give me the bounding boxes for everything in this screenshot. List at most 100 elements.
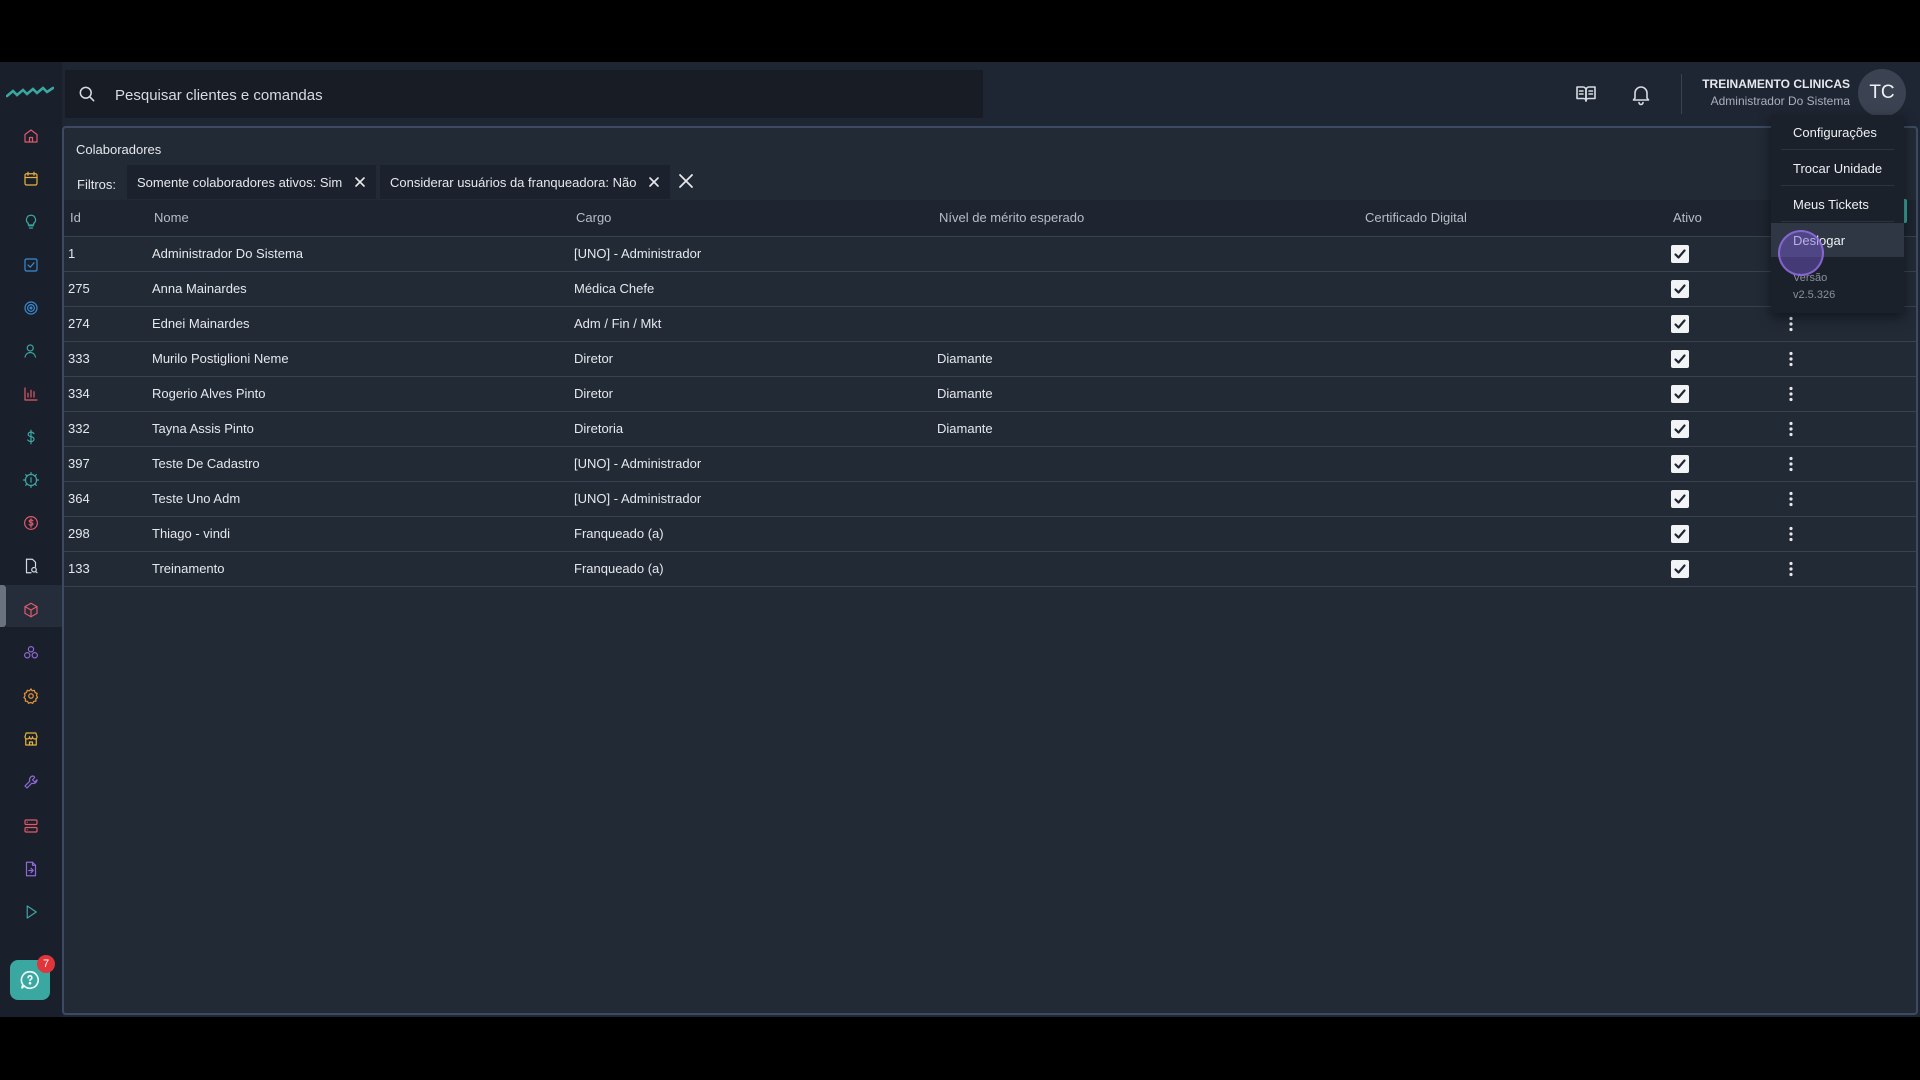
sidebar-item-calendar[interactable] [19, 167, 43, 191]
sidebar-item-gear-dollar[interactable] [19, 468, 43, 492]
more-vertical-icon [1789, 526, 1793, 541]
column-header-id[interactable]: Id [64, 200, 148, 236]
table-row[interactable]: 275 Anna Mainardes Médica Chefe [64, 271, 1916, 306]
table-row[interactable]: 333 Murilo Postiglioni Neme Diretor Diamant… [64, 341, 1916, 376]
sidebar-item-wrench[interactable] [19, 770, 43, 794]
cell-nome: Anna Mainardes [152, 281, 247, 296]
cell-id: 1 [68, 246, 76, 261]
close-icon[interactable] [648, 176, 660, 188]
cell-id: 133 [68, 561, 90, 576]
dollar-icon [27, 429, 35, 445]
sidebar-item-user[interactable] [19, 339, 43, 363]
user-avatar[interactable]: TC [1858, 69, 1906, 117]
table-row[interactable]: 1 Administrador Do Sistema [UNO] - Adminis… [64, 236, 1916, 271]
cell-id: 298 [68, 526, 90, 541]
lightbulb-icon [25, 214, 37, 229]
active-checkbox[interactable] [1671, 279, 1689, 298]
sidebar-item-modules[interactable] [19, 641, 43, 665]
active-checkbox[interactable] [1671, 349, 1689, 368]
column-header-ativo[interactable]: Ativo [1669, 200, 1780, 236]
cell-certificado [1361, 481, 1669, 516]
close-icon[interactable] [354, 176, 366, 188]
version-number: v2.5.326 [1793, 289, 1836, 301]
active-checkbox[interactable] [1671, 384, 1689, 403]
cell-nivel [937, 306, 1361, 341]
sidebar-item-play[interactable] [19, 900, 43, 924]
sidebar-item-file-export[interactable] [19, 857, 43, 881]
sidebar-item-bar-chart[interactable] [19, 382, 43, 406]
menu-divider [1781, 185, 1894, 186]
menu-item-trocar-unidade[interactable]: Trocar Unidade [1771, 151, 1904, 185]
sidebar-item-home[interactable] [19, 124, 43, 148]
cell-ativo [1669, 306, 1780, 341]
row-actions-button[interactable] [1782, 385, 1800, 403]
logo-icon[interactable] [6, 86, 54, 100]
check-icon [1674, 388, 1686, 399]
check-icon [1674, 563, 1686, 574]
column-header-certificado[interactable]: Certificado Digital [1361, 200, 1669, 236]
active-checkbox[interactable] [1671, 244, 1689, 263]
cell-ativo [1669, 271, 1780, 306]
book-icon [1576, 86, 1596, 102]
sidebar-item-package[interactable] [19, 598, 43, 622]
user-name: TREINAMENTO CLINICAS [1702, 77, 1850, 91]
table-row[interactable]: 364 Teste Uno Adm [UNO] - Administrador [64, 481, 1916, 516]
clear-filters-icon[interactable] [678, 173, 694, 189]
sidebar-item-settings[interactable] [19, 684, 43, 708]
cell-id: 275 [68, 281, 90, 296]
cell-nivel [937, 516, 1361, 551]
cell-nivel [937, 481, 1361, 516]
cell-cargo: Diretor [574, 386, 614, 401]
check-icon [1674, 318, 1686, 329]
menu-item-configuracoes[interactable]: Configurações [1771, 115, 1904, 149]
row-actions-button[interactable] [1782, 420, 1800, 438]
user-icon [24, 344, 37, 358]
store-icon [24, 732, 38, 746]
table-row[interactable]: 332 Tayna Assis Pinto Diretoria Diamante [64, 411, 1916, 446]
sidebar-item-coin[interactable] [19, 511, 43, 535]
cell-ativo [1669, 551, 1780, 586]
row-actions-button[interactable] [1782, 315, 1800, 333]
active-checkbox[interactable] [1671, 559, 1689, 578]
row-actions-button[interactable] [1782, 455, 1800, 473]
sidebar-item-target[interactable] [19, 296, 43, 320]
sidebar-item-server[interactable] [19, 814, 43, 838]
menu-item-meus-tickets[interactable]: Meus Tickets [1771, 187, 1904, 221]
cell-nivel [937, 236, 1361, 271]
table-row[interactable]: 334 Rogerio Alves Pinto Diretor Diamante [64, 376, 1916, 411]
manual-button[interactable] [1572, 80, 1600, 108]
sidebar-item-document-search[interactable] [19, 554, 43, 578]
column-header-nivel[interactable]: Nível de mérito esperado [937, 200, 1361, 236]
search-input[interactable] [113, 80, 957, 110]
table-row[interactable]: 298 Thiago - vindi Franqueado (a) [64, 516, 1916, 551]
active-checkbox[interactable] [1671, 524, 1689, 543]
filter-chip-active-only: Somente colaboradores ativos: Sim [127, 165, 377, 199]
file-export-icon [25, 861, 37, 877]
filters-label: Filtros: [77, 177, 116, 192]
active-checkbox[interactable] [1671, 454, 1689, 473]
row-actions-button[interactable] [1782, 490, 1800, 508]
active-checkbox[interactable] [1671, 489, 1689, 508]
table-row[interactable]: 274 Ednei Mainardes Adm / Fin / Mkt [64, 306, 1916, 341]
check-icon [1674, 248, 1686, 259]
row-actions-button[interactable] [1782, 560, 1800, 578]
cell-nivel [937, 271, 1361, 306]
checklist-icon [24, 258, 38, 272]
active-checkbox[interactable] [1671, 419, 1689, 438]
cell-actions [1780, 376, 1916, 411]
cell-cargo: Franqueado (a) [574, 526, 664, 541]
cell-nome: Thiago - vindi [152, 526, 231, 541]
sidebar-item-checklist[interactable] [19, 253, 43, 277]
row-actions-button[interactable] [1782, 350, 1800, 368]
column-header-cargo[interactable]: Cargo [574, 200, 937, 236]
sidebar-item-dollar[interactable] [19, 425, 43, 449]
table-row[interactable]: 397 Teste De Cadastro [UNO] - Administrado… [64, 446, 1916, 481]
active-checkbox[interactable] [1671, 314, 1689, 333]
sidebar-item-store[interactable] [19, 727, 43, 751]
notifications-button[interactable] [1627, 80, 1655, 108]
row-actions-button[interactable] [1782, 525, 1800, 543]
column-header-nome[interactable]: Nome [148, 200, 574, 236]
sidebar-item-lightbulb[interactable] [19, 210, 43, 234]
table-row[interactable]: 133 Treinamento Franqueado (a) [64, 551, 1916, 586]
cell-ativo [1669, 376, 1780, 411]
